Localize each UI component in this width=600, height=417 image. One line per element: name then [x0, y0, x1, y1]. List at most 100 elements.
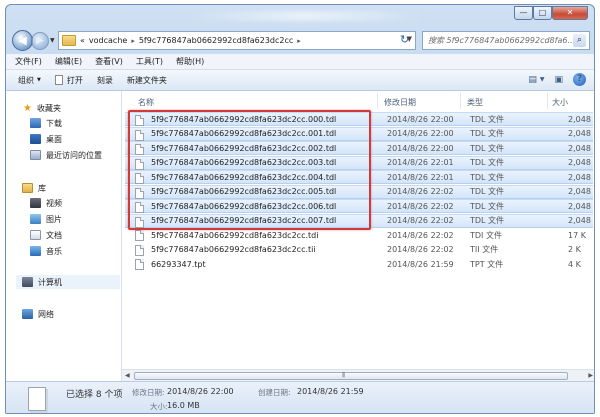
file-name: 5f9c776847ab0662992cd8fa623dc2cc.003.tdl [151, 158, 337, 167]
forward-icon[interactable]: ▶ [31, 31, 49, 50]
nav-libraries-label: 库 [38, 183, 46, 193]
nav-pictures-label: 图片 [46, 214, 62, 224]
column-divider[interactable] [377, 93, 378, 109]
column-size[interactable]: 大小 [552, 97, 568, 108]
address-row: ◀ ▶ ▼ « vodcache ▸ 5f9c776847ab0662992cd… [6, 29, 594, 53]
music-icon [30, 246, 41, 256]
file-type: TDL 文件 [470, 129, 505, 138]
file-type: TDL 文件 [470, 158, 505, 167]
file-icon [28, 387, 46, 411]
file-type: TDL 文件 [470, 201, 505, 211]
pictures-icon [30, 214, 41, 224]
preview-pane-icon[interactable]: ▣ [554, 75, 563, 85]
view-dropdown-icon[interactable]: ▼ [540, 76, 545, 83]
scroll-thumb[interactable] [134, 372, 568, 380]
file-row[interactable]: 5f9c776847ab0662992cd8fa623dc2cc.000.tdl… [125, 112, 594, 126]
maximize-button[interactable]: □ [533, 6, 552, 20]
desktop-icon [30, 134, 41, 144]
file-size: 2,048 K [568, 114, 594, 124]
search-input[interactable]: 搜索 5f9c776847ab0662992cd8fa6... ⌕ [422, 31, 590, 50]
nav-pictures[interactable]: 图片 [30, 212, 62, 226]
file-row[interactable]: 5f9c776847ab0662992cd8fa623dc2cc.tii 2014… [125, 243, 593, 257]
menu-tools[interactable]: 工具(T) [136, 56, 163, 67]
nav-desktop[interactable]: 桌面 [30, 132, 62, 146]
nav-music[interactable]: 音乐 [30, 244, 62, 258]
file-row[interactable]: 66293347.tpt 2014/8/26 21:59 TPT 文件 4 K [125, 257, 593, 271]
file-size: 4 K [568, 259, 581, 269]
new-folder-button[interactable]: 新建文件夹 [127, 75, 167, 86]
burn-button[interactable]: 刻录 [97, 75, 113, 86]
minimize-button[interactable]: — [514, 6, 533, 20]
help-icon[interactable]: ? [573, 73, 586, 86]
refresh-icon[interactable]: ↻ [400, 33, 409, 46]
file-row[interactable]: 5f9c776847ab0662992cd8fa623dc2cc.005.tdl… [125, 184, 594, 199]
file-row[interactable]: 5f9c776847ab0662992cd8fa623dc2cc.tdi 2014… [125, 228, 593, 242]
nav-videos-label: 视频 [46, 198, 62, 208]
file-row[interactable]: 5f9c776847ab0662992cd8fa623dc2cc.003.tdl… [125, 155, 594, 170]
star-icon: ★ [23, 102, 32, 114]
column-name[interactable]: 名称 [138, 97, 154, 108]
scroll-left-icon[interactable]: ◀ [125, 372, 130, 379]
nav-documents[interactable]: 文档 [30, 228, 62, 242]
search-icon[interactable]: ⌕ [573, 34, 586, 47]
close-button[interactable]: ✕ [552, 6, 588, 20]
menu-file[interactable]: 文件(F) [15, 56, 42, 67]
file-row[interactable]: 5f9c776847ab0662992cd8fa623dc2cc.004.tdl… [125, 170, 594, 184]
breadcrumb-overflow[interactable]: « [80, 36, 85, 45]
file-name: 5f9c776847ab0662992cd8fa623dc2cc.006.tdl [151, 201, 337, 211]
chevron-down-icon: ▼ [37, 77, 41, 83]
breadcrumb-current-folder[interactable]: 5f9c776847ab0662992cd8fa623dc2cc [139, 36, 293, 45]
folder-icon [62, 35, 76, 46]
breadcrumb-separator-icon[interactable]: ▸ [297, 37, 301, 45]
breadcrumb-separator-icon[interactable]: ▸ [131, 37, 135, 45]
nav-downloads[interactable]: 下载 [30, 116, 62, 130]
nav-computer-label: 计算机 [38, 277, 62, 287]
address-bar[interactable]: « vodcache ▸ 5f9c776847ab0662992cd8fa623… [58, 31, 416, 50]
file-icon [135, 144, 144, 155]
column-divider[interactable] [460, 93, 461, 109]
menu-view[interactable]: 查看(V) [95, 56, 123, 67]
modified-value: 2014/8/26 22:00 [167, 387, 234, 396]
nav-libraries[interactable]: 库 [22, 181, 46, 195]
file-type: TDL 文件 [470, 172, 505, 182]
computer-icon [22, 277, 33, 287]
column-divider[interactable] [547, 93, 548, 109]
breadcrumb: « vodcache ▸ 5f9c776847ab0662992cd8fa623… [80, 36, 305, 45]
nav-videos[interactable]: 视频 [30, 196, 62, 210]
organize-button[interactable]: 组织 ▼ [18, 75, 41, 86]
menu-help[interactable]: 帮助(H) [176, 56, 204, 67]
size-label: 大小: [150, 402, 168, 411]
column-type[interactable]: 类型 [467, 97, 483, 108]
column-date[interactable]: 修改日期 [384, 97, 416, 108]
file-name: 5f9c776847ab0662992cd8fa623dc2cc.tdi [151, 230, 319, 240]
nav-favorites[interactable]: ★ 收藏夹 [22, 101, 61, 115]
created-label: 创建日期: [258, 388, 291, 397]
file-date: 2014/8/26 22:02 [387, 230, 454, 240]
file-date: 2014/8/26 22:02 [387, 187, 454, 196]
breadcrumb-vodcache[interactable]: vodcache [89, 36, 127, 45]
recent-pages-dropdown-icon[interactable]: ▼ [50, 37, 55, 44]
file-row[interactable]: 5f9c776847ab0662992cd8fa623dc2cc.007.tdl… [125, 213, 594, 228]
file-row[interactable]: 5f9c776847ab0662992cd8fa623dc2cc.001.tdl… [125, 126, 594, 141]
open-button[interactable]: 打开 [54, 75, 83, 86]
file-name: 5f9c776847ab0662992cd8fa623dc2cc.007.tdl [151, 216, 337, 225]
documents-icon [30, 230, 41, 240]
nav-recent-places[interactable]: 最近访问的位置 [30, 148, 102, 162]
file-row[interactable]: 5f9c776847ab0662992cd8fa623dc2cc.002.tdl… [125, 141, 594, 155]
file-date: 2014/8/26 22:02 [387, 245, 454, 254]
view-options-icon[interactable]: ▤ [528, 75, 537, 85]
file-date: 2014/8/26 22:01 [387, 158, 454, 167]
file-icon [135, 259, 144, 270]
network-icon [22, 309, 33, 319]
file-size: 2,048 K [568, 201, 594, 211]
title-bar[interactable]: — □ ✕ [6, 5, 594, 27]
file-name: 5f9c776847ab0662992cd8fa623dc2cc.002.tdl [151, 143, 337, 153]
menu-edit[interactable]: 编辑(E) [55, 56, 82, 67]
nav-computer[interactable]: 计算机 [16, 275, 120, 289]
nav-network[interactable]: 网络 [22, 307, 54, 321]
file-row[interactable]: 5f9c776847ab0662992cd8fa623dc2cc.006.tdl… [125, 199, 594, 213]
back-icon[interactable]: ◀ [12, 30, 33, 51]
horizontal-scrollbar[interactable]: ◀ ||| ▶ [122, 369, 594, 381]
scroll-right-icon[interactable]: ▶ [588, 372, 593, 379]
file-list: 名称 修改日期 类型 大小 5f9c776847ab0662992cd8fa62… [122, 91, 594, 381]
